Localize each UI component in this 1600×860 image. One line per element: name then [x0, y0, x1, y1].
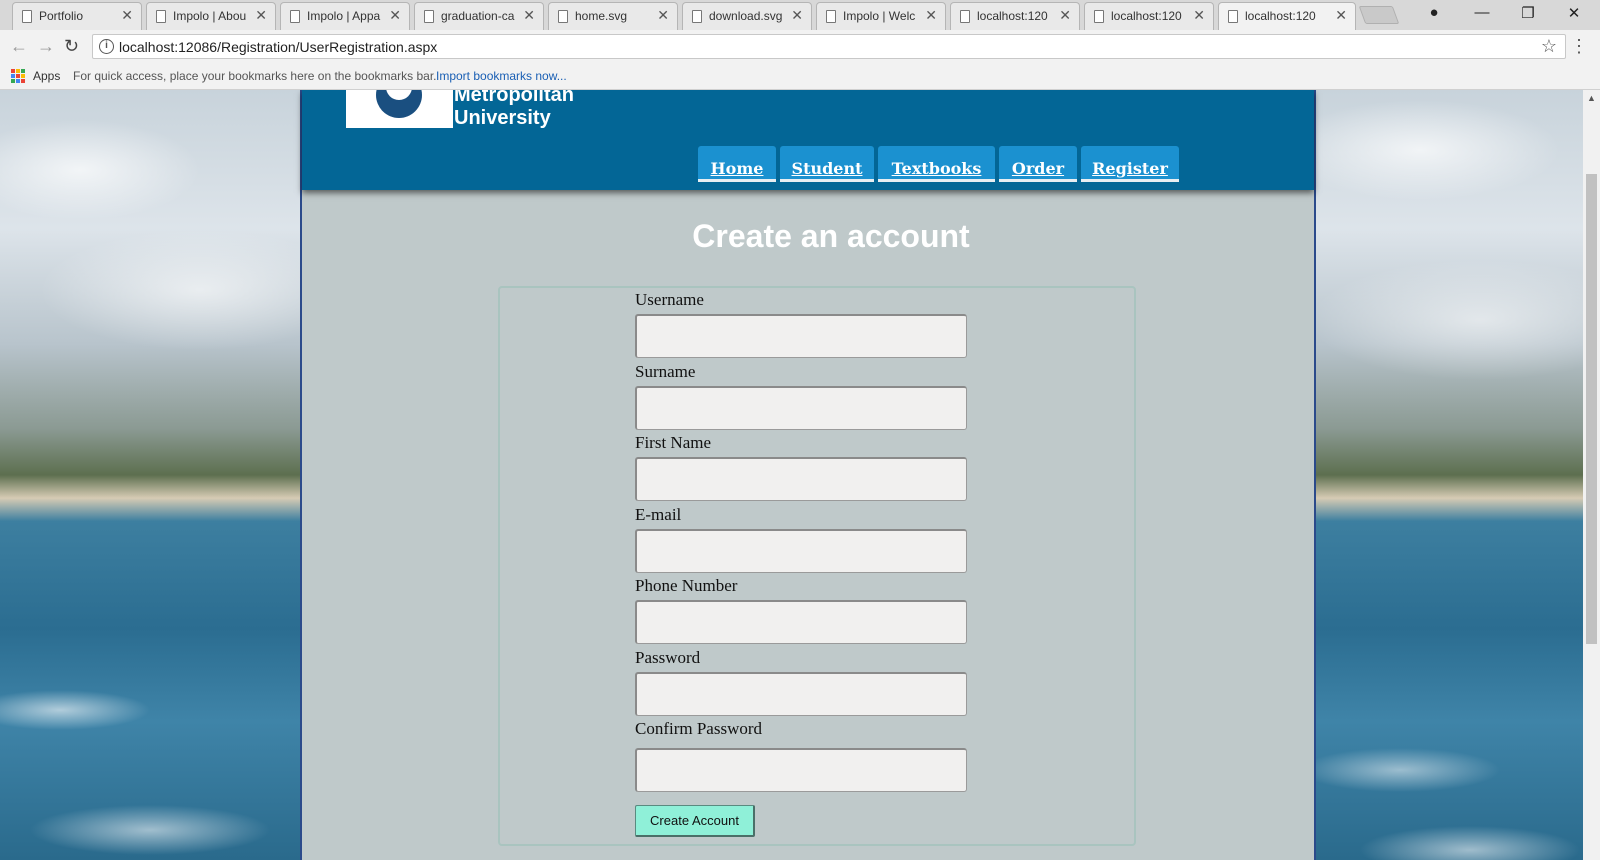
- browser-tab[interactable]: Impolo | Appa ✕: [280, 2, 410, 30]
- tab-title: home.svg: [575, 9, 628, 23]
- page-icon: [960, 10, 970, 23]
- page-icon: [22, 10, 32, 23]
- email-input[interactable]: [635, 529, 967, 573]
- page-icon: [558, 10, 568, 23]
- university-name-line2: University: [454, 107, 551, 129]
- main-nav: Home Student Textbooks Order Register: [698, 146, 1179, 182]
- page-icon: [1094, 10, 1104, 23]
- close-icon[interactable]: ✕: [389, 7, 401, 24]
- browser-tab[interactable]: localhost:120 ✕: [950, 2, 1080, 30]
- site-container: Metropolitan University Home Student Tex…: [300, 90, 1316, 860]
- tab-title: localhost:120: [977, 9, 1048, 23]
- nav-register[interactable]: Register: [1081, 146, 1179, 182]
- page-title: Create an account: [692, 218, 970, 254]
- apps-icon[interactable]: [11, 69, 25, 83]
- new-tab-button[interactable]: [1358, 6, 1400, 24]
- surname-label: Surname: [635, 362, 696, 381]
- surname-input[interactable]: [635, 386, 967, 430]
- tab-strip: Portfolio ✕ Impolo | Abou ✕ Impolo | App…: [0, 0, 1600, 30]
- registration-form: Username Surname First Name E-mail Phone…: [498, 286, 1136, 846]
- nav-textbooks[interactable]: Textbooks: [878, 146, 995, 182]
- email-label: E-mail: [635, 505, 682, 524]
- close-icon[interactable]: ✕: [1193, 7, 1205, 24]
- scroll-up-icon[interactable]: ▲: [1587, 93, 1596, 103]
- forward-icon[interactable]: →: [37, 36, 55, 57]
- close-icon[interactable]: ✕: [791, 7, 803, 24]
- page-icon: [424, 10, 434, 23]
- address-bar[interactable]: i localhost:12086/Registration/UserRegis…: [92, 34, 1566, 59]
- tab-title: download.svg: [709, 9, 783, 23]
- scrollbar-thumb[interactable]: [1586, 174, 1597, 644]
- browser-tab[interactable]: download.svg ✕: [682, 2, 812, 30]
- nav-order[interactable]: Order: [999, 146, 1077, 182]
- page-scrollbar[interactable]: ▲: [1583, 90, 1600, 860]
- import-bookmarks-link[interactable]: Import bookmarks now...: [436, 69, 567, 83]
- page-icon: [1228, 10, 1238, 23]
- browser-tab[interactable]: localhost:120 ✕: [1084, 2, 1214, 30]
- profile-icon[interactable]: ●: [1414, 4, 1454, 21]
- confirm-password-input[interactable]: [635, 748, 967, 792]
- browser-tab[interactable]: graduation-ca ✕: [414, 2, 544, 30]
- browser-tab[interactable]: Impolo | Welc ✕: [816, 2, 946, 30]
- browser-tab[interactable]: Impolo | Abou ✕: [146, 2, 276, 30]
- phone-number-input[interactable]: [635, 600, 967, 644]
- nav-student[interactable]: Student: [780, 146, 874, 182]
- university-logo[interactable]: [346, 90, 453, 128]
- page-icon: [826, 10, 836, 23]
- tab-title: Impolo | Welc: [843, 9, 916, 23]
- browser-tab[interactable]: home.svg ✕: [548, 2, 678, 30]
- page-icon: [156, 10, 166, 23]
- page-icon: [290, 10, 300, 23]
- close-icon[interactable]: ✕: [121, 7, 133, 24]
- tab-title: graduation-ca: [441, 9, 515, 23]
- university-name: Metropolitan University: [454, 90, 574, 130]
- browser-toolbar: ← → ↻ i localhost:12086/Registration/Use…: [0, 30, 1600, 64]
- page-viewport: Metropolitan University Home Student Tex…: [0, 90, 1583, 860]
- tab-title: Portfolio: [39, 9, 84, 23]
- username-label: Username: [635, 290, 704, 309]
- university-name-line1: Metropolitan: [454, 90, 574, 106]
- reload-icon[interactable]: ↻: [64, 36, 79, 57]
- create-account-button[interactable]: Create Account: [635, 805, 755, 837]
- browser-tab-active[interactable]: localhost:120 ✕: [1218, 2, 1356, 30]
- window-close-button[interactable]: ✕: [1554, 4, 1594, 22]
- tab-title: localhost:120: [1245, 9, 1316, 23]
- site-header: Metropolitan University Home Student Tex…: [302, 90, 1314, 190]
- page-icon: [692, 10, 702, 23]
- confirm-password-label: Confirm Password: [635, 719, 763, 738]
- close-icon[interactable]: ✕: [255, 7, 267, 24]
- browser-menu-icon[interactable]: ⋮: [1570, 36, 1588, 57]
- tab-title: localhost:120: [1111, 9, 1182, 23]
- password-input[interactable]: [635, 672, 967, 716]
- info-icon[interactable]: i: [99, 39, 114, 54]
- close-icon[interactable]: ✕: [1059, 7, 1071, 24]
- nav-home[interactable]: Home: [698, 146, 776, 182]
- bookmarks-bar: Apps For quick access, place your bookma…: [0, 64, 1600, 90]
- password-label: Password: [635, 648, 701, 667]
- first-name-label: First Name: [635, 433, 712, 452]
- username-input[interactable]: [635, 314, 967, 358]
- close-icon[interactable]: ✕: [523, 7, 535, 24]
- bookmarks-hint: For quick access, place your bookmarks h…: [73, 69, 437, 83]
- close-icon[interactable]: ✕: [1335, 7, 1347, 24]
- restore-button[interactable]: ❐: [1508, 4, 1548, 22]
- tab-title: Impolo | Abou: [173, 9, 247, 23]
- close-icon[interactable]: ✕: [925, 7, 937, 24]
- minimize-button[interactable]: —: [1462, 4, 1502, 21]
- bookmark-star-icon[interactable]: ☆: [1541, 36, 1557, 57]
- close-icon[interactable]: ✕: [657, 7, 669, 24]
- browser-tab[interactable]: Portfolio ✕: [12, 2, 142, 30]
- tab-title: Impolo | Appa: [307, 9, 381, 23]
- apps-link[interactable]: Apps: [33, 69, 60, 83]
- url-text[interactable]: localhost:12086/Registration/UserRegistr…: [119, 39, 437, 55]
- phone-number-label: Phone Number: [635, 576, 738, 595]
- back-icon[interactable]: ←: [10, 36, 28, 57]
- first-name-input[interactable]: [635, 457, 967, 501]
